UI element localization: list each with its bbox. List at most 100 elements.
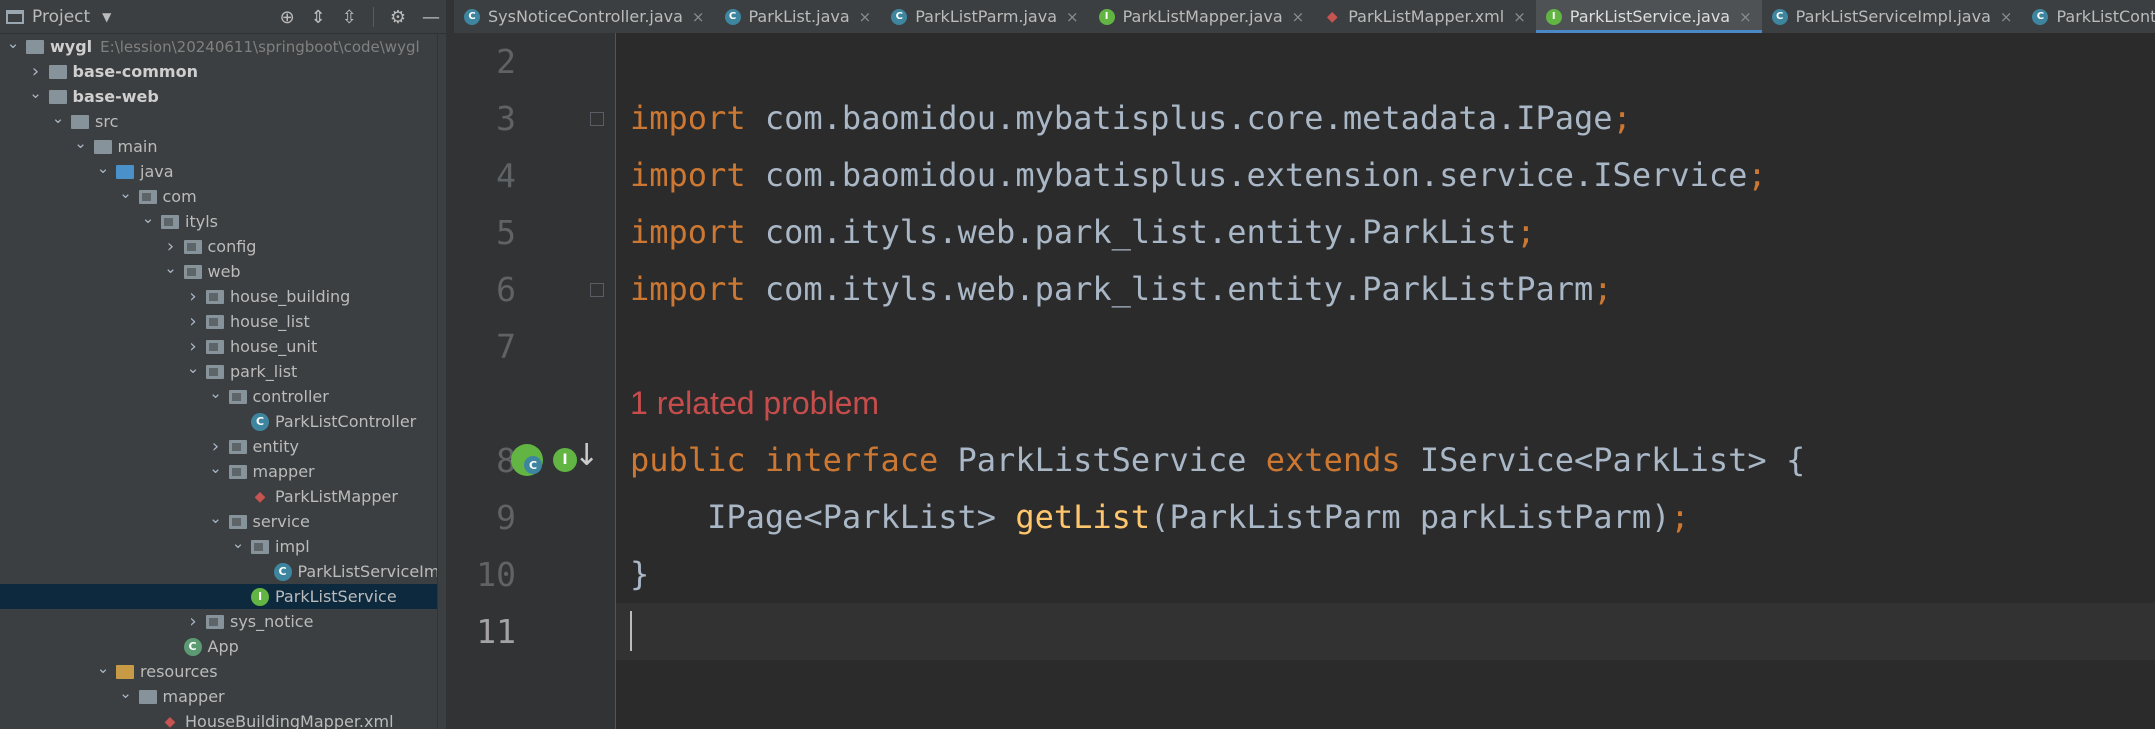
hide-panel-icon[interactable]: —: [422, 7, 440, 28]
tree-item-service[interactable]: ⌄ service: [0, 509, 446, 534]
line-number: 2: [496, 42, 516, 81]
chevron-down-icon[interactable]: ⌄: [4, 34, 22, 52]
tree-item-sys-notice[interactable]: › sys_notice: [0, 609, 446, 634]
chevron-right-icon[interactable]: ›: [184, 286, 202, 307]
close-icon[interactable]: ×: [1292, 8, 1305, 26]
chevron-down-icon[interactable]: ⌄: [207, 459, 225, 477]
line-number: 7: [496, 327, 516, 366]
chevron-down-icon[interactable]: ⌄: [27, 84, 45, 102]
tree-item-label: base-common: [72, 62, 198, 81]
tab-parklistserviceimpl-java[interactable]: C ParkListServiceImpl.java ×: [1762, 0, 2023, 33]
navigate-down-icon[interactable]: ↓: [574, 438, 599, 473]
chevron-right-icon[interactable]: ›: [184, 311, 202, 332]
code-line[interactable]: IPage<ParkList> getList(ParkListParm par…: [630, 489, 1690, 546]
mybatis-mapper-icon: ◆: [254, 488, 266, 505]
tree-item-main[interactable]: ⌄ main: [0, 134, 446, 159]
project-scrollbar[interactable]: [437, 34, 446, 729]
tree-item-base-web[interactable]: ⌄ base-web: [0, 84, 446, 109]
tree-item-parklistserviceimpl[interactable]: ›CParkListServiceImpl: [0, 559, 446, 584]
chevron-down-icon[interactable]: ⌄: [117, 684, 135, 702]
chevron-right-icon[interactable]: ›: [27, 61, 45, 82]
fold-marker-icon[interactable]: [590, 112, 604, 126]
project-panel-title[interactable]: Project: [32, 7, 90, 27]
editor-gutter[interactable]: 2 3 4 5 6 7 8 C I ↓ 9 10 11: [454, 33, 616, 729]
code-editor[interactable]: import com.baomidou.mybatisplus.core.met…: [616, 33, 2155, 729]
tab-parklistmapper-xml[interactable]: ◆ ParkListMapper.xml ×: [1314, 0, 1536, 33]
chevron-down-icon[interactable]: ⌄: [184, 359, 202, 377]
close-icon[interactable]: ×: [1066, 8, 1079, 26]
tree-item-mapper[interactable]: ⌄ mapper: [0, 459, 446, 484]
chevron-down-icon[interactable]: ⌄: [49, 109, 67, 127]
code-line[interactable]: import com.baomidou.mybatisplus.core.met…: [630, 90, 1632, 147]
tree-item-house-building[interactable]: › house_building: [0, 284, 446, 309]
tree-item-parklistcontroller[interactable]: ›CParkListController: [0, 409, 446, 434]
tree-item-resources[interactable]: ⌄ resources: [0, 659, 446, 684]
chevron-down-icon[interactable]: ⌄: [72, 134, 90, 152]
tab-parklistparm-java[interactable]: C ParkListParm.java ×: [881, 0, 1088, 33]
tree-item-mapper[interactable]: ⌄ mapper: [0, 684, 446, 709]
tree-item-java[interactable]: ⌄ java: [0, 159, 446, 184]
tree-item-housebuildingmapper-xml[interactable]: ›◆HouseBuildingMapper.xml: [0, 709, 446, 729]
chevron-right-icon[interactable]: ›: [162, 236, 180, 257]
tree-item-impl[interactable]: ⌄ impl: [0, 534, 446, 559]
chevron-down-icon[interactable]: ⌄: [94, 659, 112, 677]
tree-item-web[interactable]: ⌄ web: [0, 259, 446, 284]
panel-splitter[interactable]: [446, 0, 454, 729]
tree-item-house-list[interactable]: › house_list: [0, 309, 446, 334]
chevron-right-icon[interactable]: ›: [207, 436, 225, 457]
tree-item-entity[interactable]: › entity: [0, 434, 446, 459]
tree-item-parklistservice[interactable]: ›IParkListService: [0, 584, 446, 609]
chevron-down-icon[interactable]: ⌄: [207, 509, 225, 527]
code-line[interactable]: import com.ityls.web.park_list.entity.Pa…: [630, 204, 1535, 261]
chevron-right-icon[interactable]: ›: [184, 336, 202, 357]
class-icon: C: [464, 8, 480, 25]
tree-item-app[interactable]: ›CApp: [0, 634, 446, 659]
locate-icon[interactable]: ⊕: [280, 7, 295, 28]
chevron-down-icon[interactable]: ⌄: [139, 209, 157, 227]
tree-item-config[interactable]: › config: [0, 234, 446, 259]
close-icon[interactable]: ×: [859, 8, 872, 26]
tab-parklistcontroller-java[interactable]: CParkListController.java×: [2022, 0, 2155, 33]
code-line[interactable]: }: [630, 546, 649, 603]
gear-icon[interactable]: ⚙: [390, 7, 406, 28]
line-number: 11: [476, 612, 516, 651]
tab-label: SysNoticeController.java: [488, 7, 683, 26]
tree-item-wygl[interactable]: ⌄ wygl E:\lession\20240611\springboot\code…: [0, 34, 446, 59]
tab-parklist-java[interactable]: C ParkList.java ×: [715, 0, 882, 33]
tree-item-ityls[interactable]: ⌄ ityls: [0, 209, 446, 234]
close-icon[interactable]: ×: [2000, 8, 2013, 26]
tree-item-label: house_list: [230, 312, 310, 331]
related-problem-hint[interactable]: 1 related problem: [630, 375, 879, 432]
chevron-down-icon[interactable]: ⌄: [229, 534, 247, 552]
tree-item-house-unit[interactable]: › house_unit: [0, 334, 446, 359]
code-line[interactable]: import com.baomidou.mybatisplus.extensio…: [630, 147, 1767, 204]
expand-all-icon[interactable]: ⇕: [311, 7, 326, 28]
chevron-down-icon[interactable]: ⌄: [117, 184, 135, 202]
chevron-down-icon[interactable]: ⌄: [162, 259, 180, 277]
close-icon[interactable]: ×: [1513, 8, 1526, 26]
package-icon: [138, 189, 157, 204]
code-token: ;: [1612, 99, 1632, 137]
code-line[interactable]: public interface ParkListService extends…: [630, 432, 1805, 489]
tab-sysnoticecontroller-java[interactable]: C SysNoticeController.java ×: [454, 0, 715, 33]
tab-parklistservice-java[interactable]: I ParkListService.java ×: [1535, 0, 1762, 33]
tree-item-com[interactable]: ⌄ com: [0, 184, 446, 209]
tree-item-base-common[interactable]: › base-common: [0, 59, 446, 84]
tab-parklistmapper-java[interactable]: I ParkListMapper.java ×: [1089, 0, 1315, 33]
chevron-right-icon[interactable]: ›: [184, 611, 202, 632]
code-line[interactable]: import com.ityls.web.park_list.entity.Pa…: [630, 261, 1613, 318]
collapse-all-icon[interactable]: ⇳: [342, 7, 357, 28]
close-icon[interactable]: ×: [1739, 8, 1752, 26]
tree-item-controller[interactable]: ⌄ controller: [0, 384, 446, 409]
fold-marker-icon[interactable]: [590, 283, 604, 297]
tree-item-park-list[interactable]: ⌄ park_list: [0, 359, 446, 384]
tree-item-src[interactable]: ⌄ src: [0, 109, 446, 134]
tree-item-parklistmapper[interactable]: ›◆ParkListMapper: [0, 484, 446, 509]
close-icon[interactable]: ×: [692, 8, 705, 26]
chevron-down-icon[interactable]: ⌄: [207, 384, 225, 402]
chevron-down-icon[interactable]: ⌄: [94, 159, 112, 177]
chevron-down-icon[interactable]: ▼: [102, 10, 111, 24]
interface-icon: I: [1098, 8, 1115, 25]
implemented-by-icon[interactable]: C: [511, 444, 543, 476]
project-path: E:\lession\20240611\springboot\code\wygl: [100, 37, 420, 56]
